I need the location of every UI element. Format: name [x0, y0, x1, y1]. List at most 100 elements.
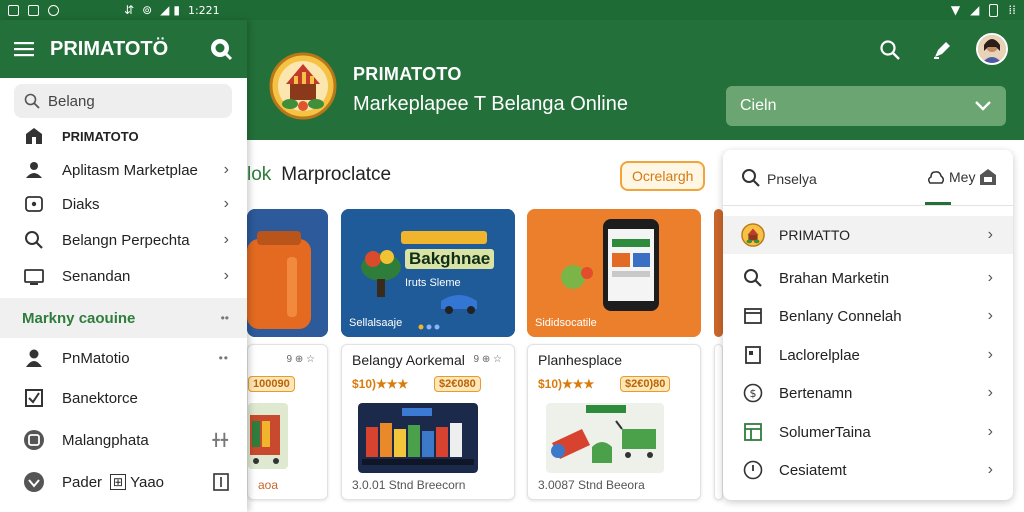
panel-item-bertenamn[interactable]: $ Bertenamn › [723, 374, 1013, 412]
window-icon [741, 304, 765, 328]
document-icon [213, 473, 229, 491]
drawer-item-banektorce[interactable]: Banektorce [0, 380, 247, 416]
panel-item-label: Laclorelplae [779, 346, 860, 364]
panel-item-label: Cesiatemt [779, 461, 847, 479]
document-icon [741, 343, 765, 367]
product-image [248, 403, 288, 469]
status-time: 1:221 [187, 3, 220, 17]
drawer-search-input[interactable]: Belang [14, 84, 232, 118]
panel-item-laclorelplae[interactable]: Laclorelplae › [723, 336, 1013, 374]
chevron-right-icon: › [987, 226, 993, 243]
panel-tab-label: Mey [949, 169, 976, 185]
dollar-icon: $ [741, 381, 765, 405]
edit-icon[interactable] [930, 38, 954, 62]
card-price: $10)★★★ [352, 377, 409, 391]
promo-banner[interactable]: Bakghnae Iruts Sleme Sellalsaaje [341, 209, 515, 337]
drawer-item-marketplace[interactable]: Aplitasm Marketplae › [0, 153, 247, 187]
banner-subline: Iruts Sleme [405, 277, 461, 289]
product-card-partial[interactable] [714, 344, 723, 500]
product-image [546, 403, 664, 473]
search-icon [741, 266, 765, 290]
vibrate-icon: ⇵ [124, 3, 135, 17]
drawer-item-belangn[interactable]: Belangn Perpechta › [0, 223, 247, 257]
promo-banner[interactable]: Sididsocatile [527, 209, 701, 337]
promo-banner[interactable] [247, 209, 328, 337]
card-price-badge: $2€080 [434, 376, 481, 392]
search-icon[interactable] [741, 168, 761, 188]
drawer-item-pnmatotio[interactable]: PnMatotio •• [0, 340, 247, 376]
card-footer: 3.0087 Stnd Beeora [538, 478, 645, 492]
search-icon[interactable] [878, 38, 902, 62]
panel-item-brahan[interactable]: Brahan Marketin › [723, 259, 1013, 297]
signal-icon: ◢ [970, 3, 980, 17]
card-footer: 3.0.01 Stnd Breecorn [352, 478, 466, 492]
card-footer: aoa [258, 478, 279, 492]
battery-level-icon: ⁞⁞ [1008, 3, 1016, 17]
drawer-item-pader[interactable]: Pader ⊞ Yaao [0, 464, 247, 500]
card-title: Planhesplace [538, 352, 623, 368]
card-title: Belangy Aorkemal [352, 352, 465, 368]
clock-icon [741, 458, 765, 482]
app-screen: ⇵ ⊚ ◢ ▮ 1:221 ▼ ◢ ⁞⁞ PRIMATOTO Markeplap… [0, 0, 1024, 512]
drawer-item-senandan[interactable]: Senandan › [0, 259, 247, 293]
panel-item-benlany[interactable]: Benlany Connelah › [723, 297, 1013, 335]
drawer-item-label: Belangn Perpechta [62, 231, 190, 249]
category-select-value: Cieln [740, 97, 777, 114]
brand-logo [269, 52, 337, 120]
brand-name: PRIMATOTO [353, 64, 462, 84]
panel-item-solumertaina[interactable]: SolumerTaina › [723, 413, 1013, 451]
monitor-icon [22, 264, 46, 288]
card-price-badge: 100090 [248, 376, 295, 392]
search-icon [24, 93, 40, 109]
product-card[interactable]: 9 ⊕ ☆ 100090 aoa [247, 344, 328, 500]
drawer-search-placeholder: Belang [48, 92, 95, 110]
product-card[interactable]: Planhesplace $10)★★★ $2€0)80 3.0087 Stnd… [527, 344, 701, 500]
chevron-down-icon [975, 101, 991, 111]
filter-chip[interactable]: Ocrelargh [620, 161, 706, 191]
panel-item-primatto[interactable]: PRIMATTO › [723, 216, 1013, 254]
signal-icon: ◢ [160, 3, 170, 17]
chevron-right-icon: › [987, 461, 993, 478]
avatar[interactable] [976, 33, 1008, 65]
chevron-right-icon: › [987, 384, 993, 401]
search-icon [22, 228, 46, 252]
drawer-item-primatoto[interactable]: PRIMATOTO [0, 119, 247, 153]
store-icon [980, 169, 997, 185]
logo-icon [741, 223, 765, 247]
panel-tab[interactable]: Mey [927, 168, 997, 186]
chevron-right-icon: › [987, 346, 993, 363]
banner-image [247, 209, 328, 337]
menu-icon[interactable] [14, 41, 34, 57]
drawer-item-label: Malangphata [62, 431, 149, 449]
panel-item-label: Benlany Connelah [779, 307, 902, 325]
panel-toolbar: Pnselya Mey [723, 150, 1013, 206]
svg-text:$: $ [750, 387, 757, 400]
notification-icon [28, 4, 39, 16]
notification-icon [48, 4, 59, 16]
product-card[interactable]: Belangy Aorkemal 9 ⊕ ☆ $10)★★★ $2€080 3.… [341, 344, 515, 500]
drawer-title: PRIMATOTÖ [50, 38, 169, 60]
panel-item-cesiatemt[interactable]: Cesiatemt › [723, 451, 1013, 489]
chevron-right-icon: › [223, 267, 229, 284]
notification-icon [8, 4, 19, 16]
card-meta: 9 ⊕ ☆ [473, 354, 502, 365]
search-icon[interactable] [209, 37, 233, 61]
drawer-item-diaks[interactable]: Diaks › [0, 187, 247, 221]
panel-search-label[interactable]: Pnselya [767, 171, 817, 187]
more-icon: •• [218, 351, 229, 365]
wifi-icon: ▼ [950, 3, 961, 17]
chevron-right-icon: › [987, 307, 993, 324]
drawer-item-extra: Yaao [130, 473, 165, 491]
navigation-drawer: PRIMATOTÖ Belang PRIMATOTO Aplitasm Mark… [0, 20, 247, 512]
category-select[interactable]: Cieln [726, 86, 1006, 126]
drawer-section-header[interactable]: Markny caouine •• [0, 298, 247, 338]
panel-item-label: Bertenamn [779, 384, 853, 402]
checkbox-icon [22, 386, 46, 410]
promo-banner-partial[interactable] [714, 209, 723, 337]
drawer-item-label: Pader [62, 473, 103, 491]
drawer-item-malangphata[interactable]: Malangphata ╋╋ [0, 422, 247, 458]
chevron-right-icon: › [987, 423, 993, 440]
cloud-icon [927, 171, 945, 184]
grid-icon: ⊞ [110, 474, 127, 490]
more-icon: •• [220, 311, 229, 325]
